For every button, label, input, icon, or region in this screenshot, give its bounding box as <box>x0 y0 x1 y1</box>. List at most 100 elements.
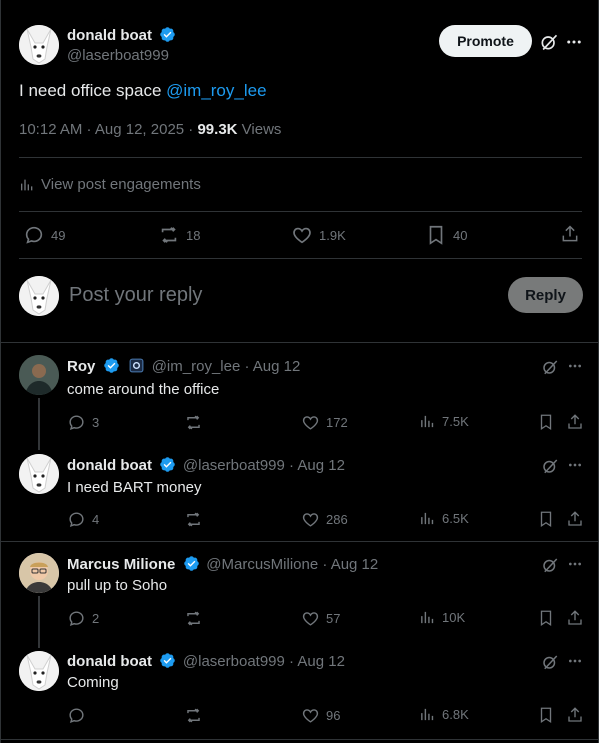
more-icon[interactable] <box>567 457 583 473</box>
reply-icon <box>69 415 84 430</box>
analytics-icon <box>421 708 434 721</box>
repost-icon <box>187 708 200 723</box>
author-name[interactable]: donald boat <box>67 27 152 44</box>
repost-count-button[interactable] <box>184 609 209 628</box>
post-meta: 10:12 AM · Aug 12, 2025 · 99.3K Views <box>19 121 281 138</box>
verified-badge-icon <box>104 358 119 373</box>
avatar[interactable] <box>19 553 59 593</box>
like-count-button[interactable]: 286 <box>301 510 348 529</box>
reply-icon <box>69 611 84 626</box>
analytics-icon <box>421 611 434 624</box>
person-avatar-icon <box>19 553 59 593</box>
view-engagements-link[interactable]: View post engagements <box>19 176 201 193</box>
divider <box>1 342 598 343</box>
reply-header: Marcus Milione @MarcusMilione · Aug 12 <box>67 555 378 574</box>
reply-input[interactable]: Post your reply <box>69 284 202 307</box>
share-icon[interactable] <box>560 224 580 244</box>
divider <box>19 211 582 212</box>
divider <box>19 258 582 259</box>
like-count-button[interactable]: 172 <box>301 413 348 432</box>
reply-author-name[interactable]: donald boat <box>67 457 152 474</box>
views-count: 10K <box>442 610 466 625</box>
reply-count-button[interactable] <box>67 706 92 725</box>
repost-count-button[interactable] <box>184 706 209 725</box>
bookmark-count-button[interactable]: 40 <box>425 224 467 246</box>
reply-header: Roy @im_roy_lee · Aug 12 <box>67 357 300 376</box>
reply-count: 3 <box>92 415 100 430</box>
affiliate-badge-icon[interactable] <box>128 357 145 374</box>
dog-avatar-icon <box>19 25 59 65</box>
reply-text: pull up to Soho <box>67 577 168 594</box>
composer-avatar[interactable] <box>19 276 59 316</box>
repost-count-button[interactable] <box>184 413 209 432</box>
more-icon[interactable] <box>567 358 583 374</box>
analytics-icon <box>21 179 33 190</box>
reply-author-handle[interactable]: @laserboat999 <box>183 653 285 670</box>
reply-date[interactable]: · Aug 12 <box>240 358 300 375</box>
grok-icon[interactable] <box>541 457 559 475</box>
avatar[interactable] <box>19 651 59 691</box>
post-author[interactable]: donald boat @laserboat999 <box>67 26 176 65</box>
verified-badge-icon <box>160 457 176 472</box>
views-count-button[interactable]: 7.5K <box>419 413 469 430</box>
share-icon[interactable] <box>566 706 584 724</box>
avatar[interactable] <box>19 355 59 395</box>
reply-author-name[interactable]: Roy <box>67 358 95 375</box>
avatar[interactable] <box>19 25 59 65</box>
bookmark-icon[interactable] <box>537 510 555 528</box>
grok-icon[interactable] <box>541 358 559 376</box>
repost-count-button[interactable]: 18 <box>158 224 200 246</box>
post-timestamp[interactable]: 10:12 AM · Aug 12, 2025 · <box>19 121 197 138</box>
like-count: 57 <box>326 611 341 626</box>
bookmark-icon[interactable] <box>537 609 555 627</box>
heart-icon <box>302 612 319 626</box>
views-count: 6.5K <box>442 511 469 526</box>
more-icon[interactable] <box>565 33 583 51</box>
share-icon[interactable] <box>566 609 584 627</box>
more-icon[interactable] <box>567 556 583 572</box>
reply-count-button[interactable]: 49 <box>23 224 65 246</box>
reply-date[interactable]: · Aug 12 <box>285 653 345 670</box>
reply-icon <box>69 512 84 527</box>
reply-author-handle[interactable]: @laserboat999 <box>183 457 285 474</box>
views-count: 99.3K <box>197 121 238 138</box>
reply-author-name[interactable]: donald boat <box>67 653 152 670</box>
verified-badge-icon <box>160 27 176 42</box>
reply-count-button[interactable]: 2 <box>67 609 99 628</box>
bookmark-icon[interactable] <box>537 413 555 431</box>
reply-author-name[interactable]: Marcus Milione <box>67 556 175 573</box>
author-handle[interactable]: @laserboat999 <box>67 47 176 65</box>
analytics-icon <box>421 415 434 428</box>
like-count-button[interactable]: 96 <box>301 706 340 725</box>
divider <box>1 541 598 542</box>
avatar[interactable] <box>19 454 59 494</box>
engagements-label: View post engagements <box>41 176 201 193</box>
views-count-button[interactable]: 6.8K <box>419 706 469 723</box>
grok-icon[interactable] <box>541 653 559 671</box>
reply-header: donald boat @laserboat999 · Aug 12 <box>67 652 345 671</box>
mention-link[interactable]: @im_roy_lee <box>166 81 266 100</box>
views-count-button[interactable]: 10K <box>419 609 465 626</box>
reply-author-handle[interactable]: @MarcusMilione <box>206 556 318 573</box>
promote-button[interactable]: Promote <box>439 25 532 57</box>
verified-badge-icon <box>160 653 176 668</box>
person-avatar-icon <box>19 355 59 395</box>
grok-icon[interactable] <box>539 32 559 52</box>
share-icon[interactable] <box>566 510 584 528</box>
reply-count-button[interactable]: 4 <box>67 510 99 529</box>
bookmark-icon[interactable] <box>537 706 555 724</box>
reply-icon <box>69 708 84 723</box>
share-icon[interactable] <box>566 413 584 431</box>
reply-author-handle[interactable]: @im_roy_lee <box>152 358 241 375</box>
reply-date[interactable]: · Aug 12 <box>285 457 345 474</box>
repost-count-button[interactable] <box>184 510 209 529</box>
reply-date[interactable]: · Aug 12 <box>318 556 378 573</box>
views-count-button[interactable]: 6.5K <box>419 510 469 527</box>
like-count-button[interactable]: 1.9K <box>291 224 346 246</box>
like-count-button[interactable]: 57 <box>301 609 340 628</box>
reply-button[interactable]: Reply <box>508 277 583 313</box>
post-text-body: I need office space <box>19 81 167 100</box>
reply-count-button[interactable]: 3 <box>67 413 99 432</box>
more-icon[interactable] <box>567 653 583 669</box>
grok-icon[interactable] <box>541 556 559 574</box>
